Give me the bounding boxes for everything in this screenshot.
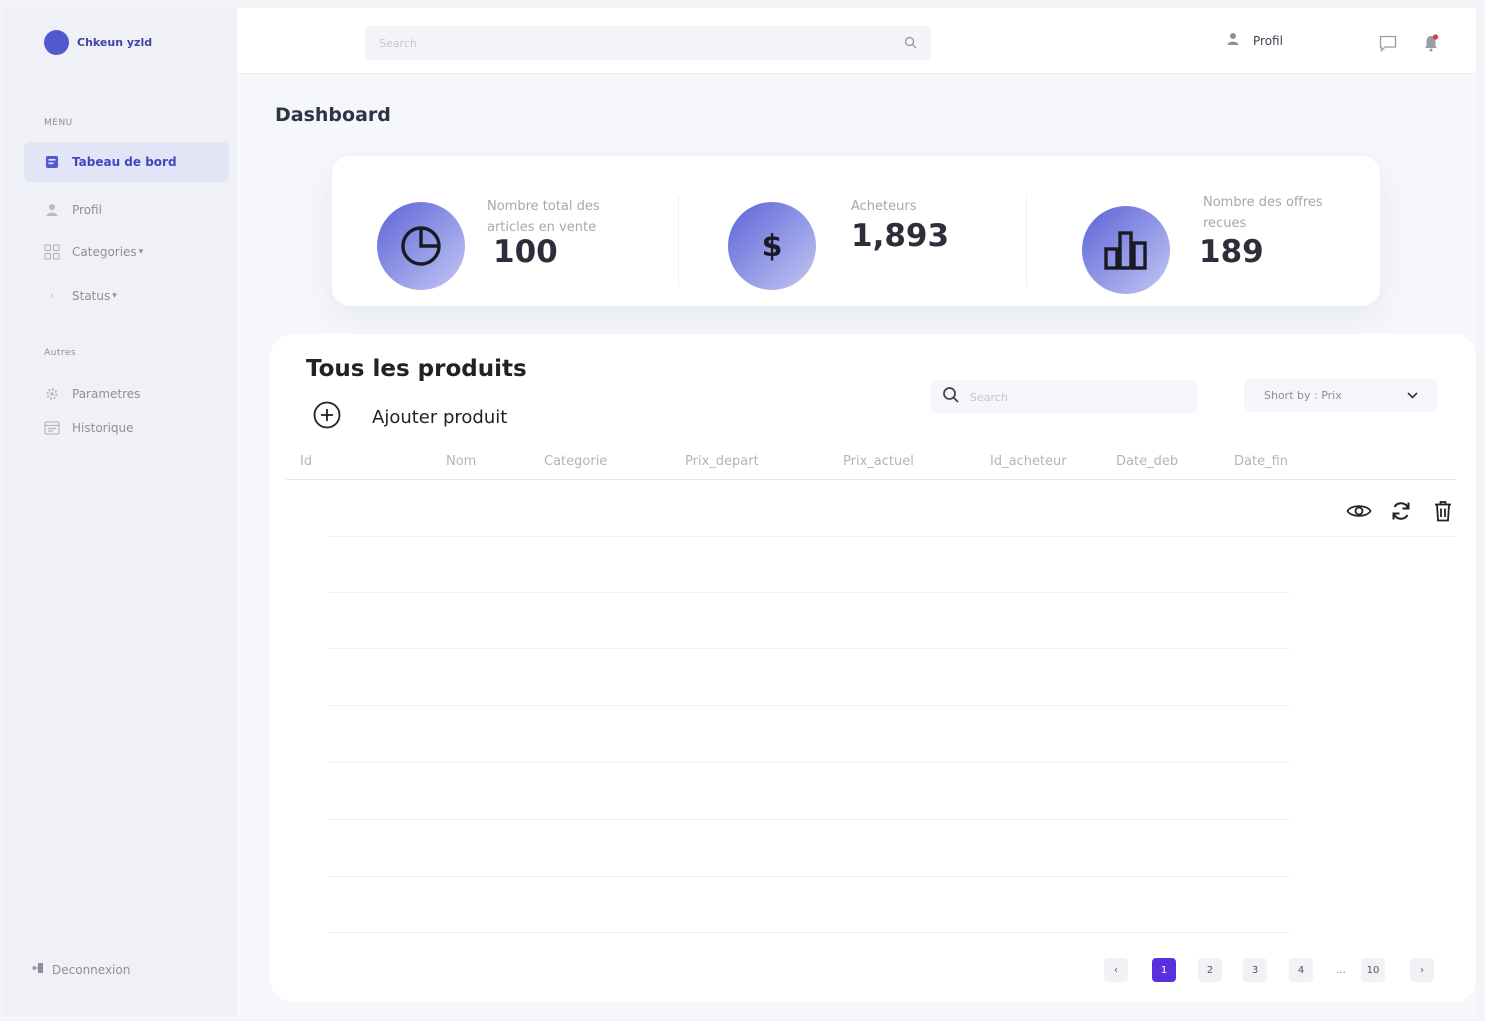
top-search-bar[interactable] (365, 26, 931, 60)
add-product-label: Ajouter produit (372, 407, 508, 428)
stat-label: Nombre total des articles en vente (487, 199, 600, 235)
stat-value: 100 (493, 234, 558, 270)
history-icon (44, 420, 60, 436)
brand-logo (44, 30, 69, 55)
add-product-button[interactable]: Ajouter produit (312, 400, 507, 435)
stat-value: 1,893 (851, 218, 950, 254)
menu-section-title: MENU (44, 118, 73, 128)
table-header: Id Nom Categorie Prix_depart Prix_actuel… (286, 446, 1456, 480)
pagination-next-button[interactable]: › (1410, 958, 1434, 982)
sidebar-item-profile[interactable]: Profil (24, 190, 229, 230)
pagination-page-button[interactable]: 3 (1243, 958, 1267, 982)
brand-name: Chkeun yzld (77, 36, 153, 49)
pie-chart-icon (377, 202, 465, 290)
table-row[interactable] (328, 932, 1290, 933)
sidebar-item-label: Profil (72, 203, 102, 217)
bar-chart-icon (1082, 206, 1170, 294)
pagination-page-button[interactable]: 2 (1198, 958, 1222, 982)
stats-card: Nombre total des articles en vente 100 $… (332, 156, 1380, 306)
sidebar: Chkeun yzld MENU Tabeau de bord Profil C… (2, 8, 237, 1016)
user-icon (1227, 32, 1239, 49)
sidebar-item-dashboard[interactable]: Tabeau de bord (24, 142, 229, 182)
table-row[interactable] (328, 536, 1454, 537)
products-card: Tous les produits Ajouter produit Short … (270, 334, 1476, 1002)
sort-dropdown[interactable]: Short by : Prix (1244, 378, 1438, 412)
sort-label: Short by : Prix (1264, 388, 1342, 402)
sidebar-item-label: Status (72, 289, 111, 303)
pagination-page-button[interactable]: 4 (1289, 958, 1313, 982)
sidebar-item-label: Categories (72, 245, 137, 259)
eye-icon[interactable] (1346, 498, 1372, 524)
table-row[interactable] (328, 876, 1290, 877)
search-icon (942, 386, 960, 408)
chevron-right-icon: › (50, 291, 54, 301)
message-icon[interactable] (1377, 32, 1399, 54)
page-title: Dashboard (275, 104, 391, 126)
chevron-down-icon: ▾ (138, 247, 144, 257)
logout-icon (32, 962, 44, 977)
table-row[interactable] (328, 705, 1290, 706)
table-row[interactable] (328, 648, 1290, 649)
column-header-buyer-id[interactable]: Id_acheteur (990, 454, 1067, 469)
sidebar-item-status[interactable]: › Status ▾ (24, 276, 229, 316)
profile-menu[interactable]: Profil (1227, 32, 1283, 49)
table-row[interactable] (328, 819, 1290, 820)
pagination-page-button[interactable]: 10 (1361, 958, 1385, 982)
trash-icon[interactable] (1430, 498, 1456, 524)
dashboard-icon (44, 154, 60, 170)
app-window: Chkeun yzld MENU Tabeau de bord Profil C… (2, 8, 1476, 1016)
table-row[interactable] (328, 592, 1290, 593)
table-row[interactable] (328, 762, 1290, 763)
search-icon[interactable] (904, 34, 917, 53)
row-actions (1346, 498, 1456, 524)
stat-offers: Nombre des offres recues 189 (1027, 156, 1380, 306)
sidebar-item-categories[interactable]: Categories ▾ (24, 232, 229, 272)
chevron-down-icon (1407, 389, 1418, 402)
column-header-start-date[interactable]: Date_deb (1116, 454, 1178, 469)
sidebar-item-history[interactable]: Historique (24, 408, 229, 448)
top-search-input[interactable] (379, 36, 904, 50)
sidebar-item-label: Parametres (72, 387, 141, 401)
stat-buyers: $ Acheteurs 1,893 (679, 156, 1025, 306)
pagination-prev-button[interactable]: ‹ (1104, 958, 1128, 982)
column-header-category[interactable]: Categorie (544, 454, 607, 469)
column-header-id[interactable]: Id (300, 454, 312, 469)
gear-icon (44, 386, 60, 402)
refresh-icon[interactable] (1388, 498, 1414, 524)
stat-label: Nombre des offres recues (1203, 195, 1323, 231)
sidebar-item-label: Historique (72, 421, 134, 435)
column-header-current-price[interactable]: Prix_actuel (843, 454, 914, 469)
user-icon (44, 202, 60, 218)
brand[interactable]: Chkeun yzld (44, 30, 152, 55)
topbar: Profil (237, 8, 1476, 74)
logout-label: Deconnexion (52, 962, 131, 977)
other-section-title: Autres (44, 348, 77, 358)
profile-label: Profil (1253, 33, 1283, 48)
stat-value: 189 (1199, 234, 1264, 270)
pagination-ellipsis: ... (1336, 964, 1346, 976)
grid-icon (44, 244, 60, 260)
column-header-start-price[interactable]: Prix_depart (685, 454, 759, 469)
column-header-end-date[interactable]: Date_fin (1234, 454, 1288, 469)
stat-label: Acheteurs (851, 199, 917, 214)
products-title: Tous les produits (306, 356, 527, 382)
pagination-page-button[interactable]: 1 (1152, 958, 1176, 982)
dollar-icon: $ (728, 202, 816, 290)
product-search-input[interactable] (970, 390, 1186, 404)
notification-bell-icon[interactable] (1420, 32, 1442, 54)
product-search-bar[interactable] (930, 380, 1198, 414)
sidebar-item-label: Tabeau de bord (72, 155, 177, 169)
column-header-name[interactable]: Nom (446, 454, 476, 469)
chevron-down-icon: ▾ (112, 291, 117, 301)
plus-circle-icon (312, 400, 342, 435)
stat-total-articles: Nombre total des articles en vente 100 (332, 156, 677, 306)
logout-button[interactable]: Deconnexion (32, 962, 130, 977)
